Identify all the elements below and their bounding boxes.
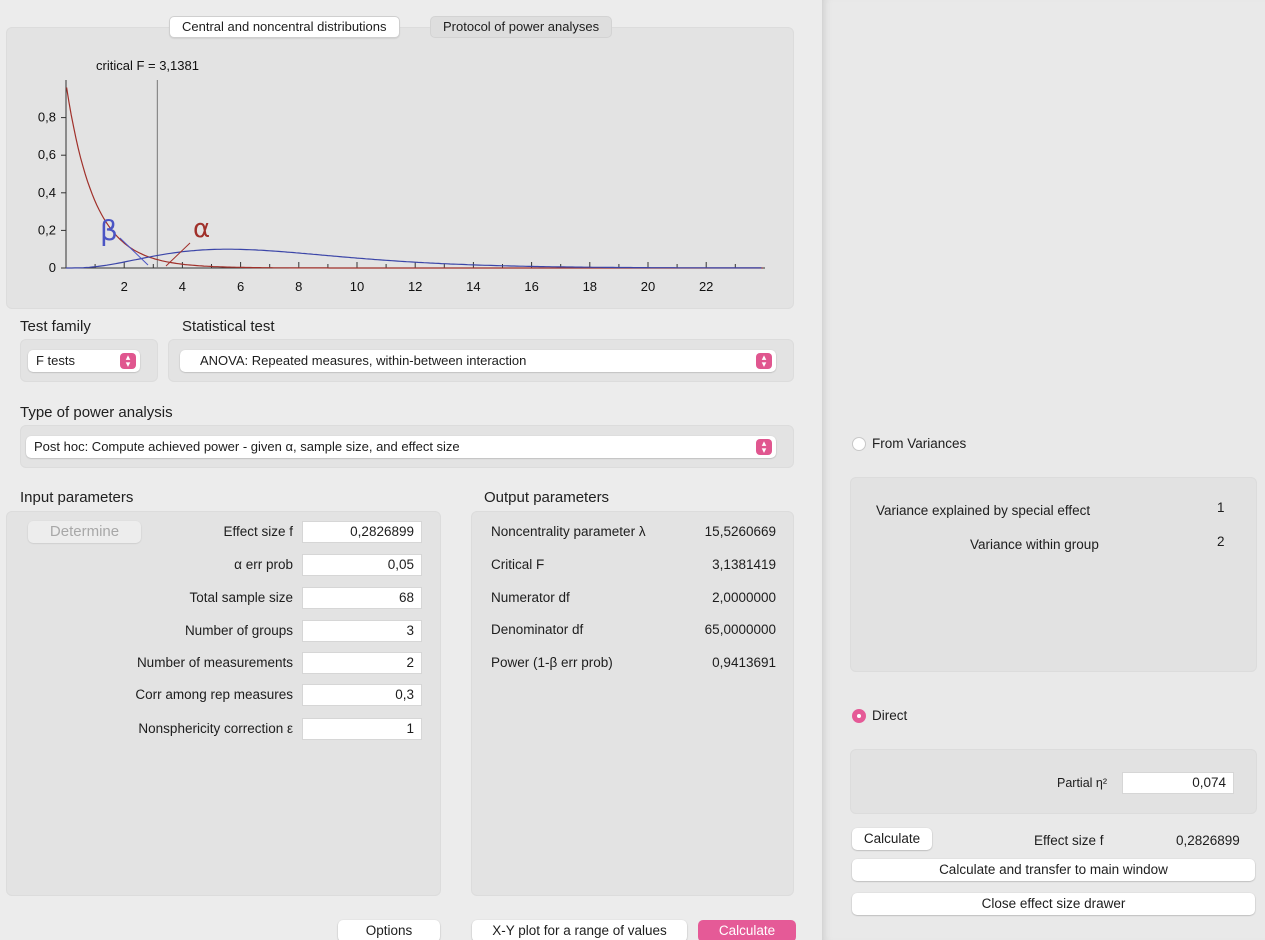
direct-label[interactable]: Direct <box>872 708 907 723</box>
beta-symbol: β <box>100 214 118 247</box>
alpha-err-prob-field[interactable]: 0,05 <box>302 554 422 576</box>
input-parameters-heading: Input parameters <box>20 489 134 506</box>
from-variances-label[interactable]: From Variances <box>872 436 966 451</box>
input-label-nonsphericity-correction: Nonsphericity correction ε <box>138 721 293 736</box>
x-tick-label: 6 <box>237 279 244 294</box>
select-arrows-icon: ▴ ▾ <box>756 353 772 369</box>
test-family-select[interactable]: F tests ▴ ▾ <box>28 350 140 372</box>
xy-plot-button[interactable]: X-Y plot for a range of values <box>472 920 687 940</box>
x-tick-label: 2 <box>121 279 128 294</box>
x-tick-label: 20 <box>641 279 655 294</box>
input-label-number-of-measurements: Number of measurements <box>136 655 293 670</box>
power-analysis-select[interactable]: Post hoc: Compute achieved power - given… <box>26 436 776 458</box>
output-value-critical-f: 3,1381419 <box>712 557 776 572</box>
effect-size-f-value: 0,2826899 <box>1176 833 1240 848</box>
nonsphericity-correction-field[interactable]: 1 <box>302 718 422 740</box>
input-label-corr-among-rep-measures: Corr among rep measures <box>135 687 293 702</box>
y-tick-label: 0,6 <box>38 147 56 162</box>
x-tick-label: 8 <box>295 279 302 294</box>
central-distribution-curve <box>66 87 763 269</box>
noncentral-distribution-curve <box>66 248 762 269</box>
close-effect-size-drawer-button[interactable]: Close effect size drawer <box>852 893 1255 915</box>
alpha-symbol: α <box>193 214 210 244</box>
output-value-power: 0,9413691 <box>712 655 776 670</box>
variance-effect-value[interactable]: 1 <box>1217 500 1225 515</box>
beta-pointer <box>119 237 149 266</box>
main-window: Central and noncentral distributions Pro… <box>0 0 822 940</box>
output-label-critical-f: Critical F <box>491 557 545 572</box>
critical-f-label: critical F = 3,1381 <box>96 58 199 73</box>
y-tick-label: 0,8 <box>38 110 56 125</box>
effect-size-field[interactable]: 0,2826899 <box>302 521 422 543</box>
y-tick-label: 0,2 <box>38 222 56 237</box>
number-of-groups-field[interactable]: 3 <box>302 620 422 642</box>
output-value-denominator-df: 65,0000000 <box>704 622 776 637</box>
direct-radio[interactable] <box>852 709 866 723</box>
power-analysis-label: Type of power analysis <box>20 404 173 421</box>
variance-effect-label: Variance explained by special effect <box>876 503 1091 518</box>
select-arrows-icon: ▴ ▾ <box>756 439 772 455</box>
test-family-value: F tests <box>36 353 76 368</box>
options-button[interactable]: Options <box>338 920 440 940</box>
output-label-noncentrality: Noncentrality parameter λ <box>491 524 646 539</box>
tab-protocol-of-power-analyses[interactable]: Protocol of power analyses <box>430 16 613 38</box>
statistical-test-label: Statistical test <box>182 318 275 335</box>
output-label-power: Power (1-β err prob) <box>491 655 613 670</box>
output-label-denominator-df: Denominator df <box>491 622 584 637</box>
x-tick-label: 12 <box>408 279 422 294</box>
partial-eta-field[interactable]: 0,074 <box>1122 772 1234 794</box>
x-tick-label: 14 <box>466 279 480 294</box>
output-value-noncentrality: 15,5260669 <box>704 524 776 539</box>
statistical-test-value: ANOVA: Repeated measures, within-between… <box>200 353 527 368</box>
output-label-numerator-df: Numerator df <box>491 590 570 605</box>
calculate-button[interactable]: Calculate <box>698 920 796 940</box>
input-label-alpha: α err prob <box>234 557 293 572</box>
corr-among-rep-measures-field[interactable]: 0,3 <box>302 684 422 706</box>
select-arrows-icon: ▴ ▾ <box>120 353 136 369</box>
output-value-numerator-df: 2,0000000 <box>712 590 776 605</box>
power-analysis-value: Post hoc: Compute achieved power - given… <box>34 439 460 454</box>
test-family-label: Test family <box>20 318 91 335</box>
input-label-total-sample-size: Total sample size <box>189 590 293 605</box>
effect-size-f-label: Effect size f <box>1034 833 1104 848</box>
distribution-plot: 0 0,2 0,4 0,6 0,8 2 4 6 8 10 12 14 16 18 20 22 critical … <box>38 58 765 294</box>
output-parameters-heading: Output parameters <box>484 489 610 506</box>
total-sample-size-field[interactable]: 68 <box>302 587 422 609</box>
x-tick-label: 4 <box>179 279 186 294</box>
number-of-measurements-field[interactable]: 2 <box>302 652 422 674</box>
alpha-pointer <box>165 242 191 267</box>
variance-within-value[interactable]: 2 <box>1217 534 1225 549</box>
y-tick-label: 0 <box>49 260 56 275</box>
effect-size-drawer: From Variances Variance explained by spe… <box>822 0 1265 940</box>
y-tick-label: 0,4 <box>38 185 56 200</box>
statistical-test-select[interactable]: ANOVA: Repeated measures, within-between… <box>180 350 776 372</box>
from-variances-radio[interactable] <box>852 437 866 451</box>
drawer-calculate-button[interactable]: Calculate <box>852 828 932 850</box>
x-tick-label: 22 <box>699 279 713 294</box>
calculate-and-transfer-button[interactable]: Calculate and transfer to main window <box>852 859 1255 881</box>
x-tick-label: 18 <box>583 279 597 294</box>
input-label-effect-size: Effect size f <box>223 524 293 539</box>
x-tick-label: 16 <box>524 279 538 294</box>
partial-eta-label: Partial η² <box>1057 776 1108 790</box>
tab-central-noncentral-distributions[interactable]: Central and noncentral distributions <box>169 16 400 38</box>
variance-within-label: Variance within group <box>970 537 1099 552</box>
input-label-number-of-groups: Number of groups <box>184 623 293 638</box>
x-tick-label: 10 <box>350 279 364 294</box>
